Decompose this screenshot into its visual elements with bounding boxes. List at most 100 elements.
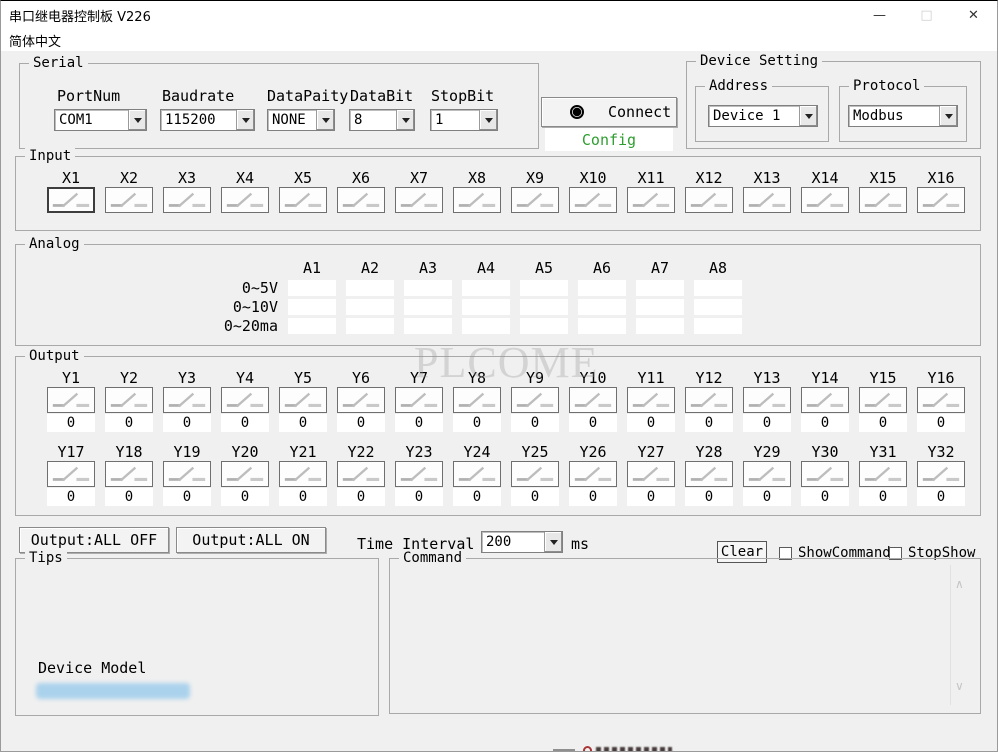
channel-y30-label: Y30 [811,443,838,461]
databit-select[interactable]: 8 [349,109,415,131]
stopbit-select[interactable]: 1 [430,109,498,131]
channel-y23-switch-button[interactable] [395,461,443,487]
channel-y31-switch-button[interactable] [859,461,907,487]
channel-x14-switch-button[interactable] [801,187,849,213]
channel-x15-switch-button[interactable] [859,187,907,213]
channel-y12-label: Y12 [695,369,722,387]
dropdown-arrow-icon[interactable] [316,110,334,130]
channel-y18-switch-button[interactable] [105,461,153,487]
switch-icon [166,390,208,410]
address-select[interactable]: Device 1 [708,105,818,127]
channel-y3-label: Y3 [178,369,196,387]
channel-y31-value: 0 [859,488,907,506]
channel-y29-switch-button[interactable] [743,461,791,487]
switch-icon [862,390,904,410]
channel-y8-label: Y8 [468,369,486,387]
dropdown-arrow-icon[interactable] [236,110,254,130]
protocol-select[interactable]: Modbus [848,105,958,127]
channel-y30-switch-button[interactable] [801,461,849,487]
config-link[interactable]: Config [545,128,673,151]
channel-x2-switch-button[interactable] [105,187,153,213]
channel-y12-switch-button[interactable] [685,387,733,413]
dropdown-arrow-icon[interactable] [799,106,817,126]
channel-x7: X7 [390,169,448,213]
close-icon[interactable]: ✕ [950,1,997,29]
channel-x11-switch-button[interactable] [627,187,675,213]
channel-y19-switch-button[interactable] [163,461,211,487]
channel-x13-switch-button[interactable] [743,187,791,213]
device-setting-group: Device Setting Address Device 1 Protocol… [686,61,981,149]
channel-y24-switch-button[interactable] [453,461,501,487]
channel-y1-switch-button[interactable] [47,387,95,413]
switch-icon [282,390,324,410]
channel-x8-switch-button[interactable] [453,187,501,213]
dataparity-select[interactable]: NONE [267,109,335,131]
dropdown-arrow-icon[interactable] [396,110,414,130]
dropdown-arrow-icon[interactable] [128,110,146,130]
scroll-up-icon[interactable]: ∧ [955,577,964,591]
channel-y17: Y170 [42,443,100,506]
channel-x16-switch-button[interactable] [917,187,965,213]
channel-y10-switch-button[interactable] [569,387,617,413]
channel-y17-switch-button[interactable] [47,461,95,487]
channel-y26-switch-button[interactable] [569,461,617,487]
channel-y11-switch-button[interactable] [627,387,675,413]
output-all-on-button[interactable]: Output:ALL ON [176,527,326,553]
channel-y8-switch-button[interactable] [453,387,501,413]
connect-button[interactable]: Connect [541,97,677,127]
baudrate-select[interactable]: 115200 [160,109,255,131]
device-model-label: Device Model [38,659,146,677]
channel-y26-label: Y26 [579,443,606,461]
channel-x7-switch-button[interactable] [395,187,443,213]
channel-y6-switch-button[interactable] [337,387,385,413]
channel-y28-switch-button[interactable] [685,461,733,487]
channel-y27-switch-button[interactable] [627,461,675,487]
analog-column-header-a6: A6 [578,259,626,277]
analog-row-1-label: 0~5V [164,280,278,296]
channel-y4-switch-button[interactable] [221,387,269,413]
serial-group-label: Serial [29,55,88,71]
channel-x10-switch-button[interactable] [569,187,617,213]
dropdown-arrow-icon[interactable] [544,532,562,552]
channel-y20-switch-button[interactable] [221,461,269,487]
channel-y2-switch-button[interactable] [105,387,153,413]
command-scrollbar[interactable]: ∧ ∨ [950,565,968,705]
channel-y22-switch-button[interactable] [337,461,385,487]
channel-x6-switch-button[interactable] [337,187,385,213]
channel-x9-switch-button[interactable] [511,187,559,213]
channel-y13-switch-button[interactable] [743,387,791,413]
dropdown-arrow-icon[interactable] [939,106,957,126]
channel-x1-switch-button[interactable] [47,187,95,213]
scroll-down-icon[interactable]: ∨ [955,679,964,693]
channel-y26-value: 0 [569,488,617,506]
analog-column-header-a4: A4 [462,259,510,277]
channel-y32-label: Y32 [927,443,954,461]
channel-y5-switch-button[interactable] [279,387,327,413]
channel-y16-switch-button[interactable] [917,387,965,413]
portnum-select[interactable]: COM1 [54,109,147,131]
channel-x4-switch-button[interactable] [221,187,269,213]
channel-x12-switch-button[interactable] [685,187,733,213]
channel-y20-label: Y20 [231,443,258,461]
channel-y21-switch-button[interactable] [279,461,327,487]
switch-icon [630,464,672,484]
menu-item-language[interactable]: 简体中文 [9,31,61,50]
channel-y7-switch-button[interactable] [395,387,443,413]
channel-y7-value: 0 [395,414,443,432]
channel-x3-switch-button[interactable] [163,187,211,213]
channel-y3-switch-button[interactable] [163,387,211,413]
channel-y9-switch-button[interactable] [511,387,559,413]
channel-y32-value: 0 [917,488,965,506]
switch-icon [746,390,788,410]
time-interval-select[interactable]: 200 [481,531,563,553]
dropdown-arrow-icon[interactable] [479,110,497,130]
channel-y15-switch-button[interactable] [859,387,907,413]
channel-x5-switch-button[interactable] [279,187,327,213]
channel-y25-switch-button[interactable] [511,461,559,487]
channel-y16: Y160 [912,369,970,432]
minimize-icon[interactable]: — [856,1,903,29]
channel-y29: Y290 [738,443,796,506]
channel-y14-switch-button[interactable] [801,387,849,413]
channel-y32-switch-button[interactable] [917,461,965,487]
analog-cell-a3-row3 [404,318,452,334]
